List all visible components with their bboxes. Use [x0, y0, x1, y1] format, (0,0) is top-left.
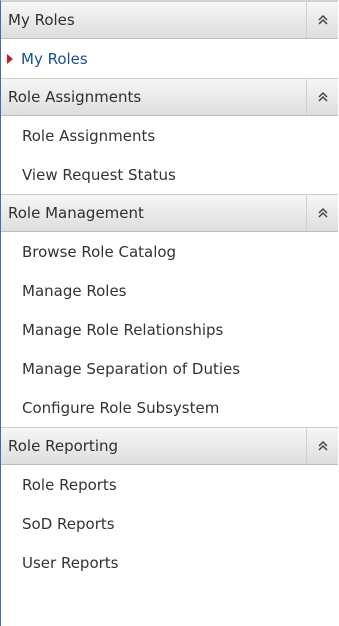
nav-item-configure-role-subsystem[interactable]: Configure Role Subsystem [1, 388, 338, 427]
section-title: Role Reporting [8, 437, 119, 455]
section-header-role-assignments[interactable]: Role Assignments [1, 78, 338, 116]
double-chevron-up-icon[interactable] [306, 428, 338, 464]
nav-item-my-roles[interactable]: My Roles [1, 39, 338, 78]
nav-item-label: My Roles [21, 49, 88, 68]
nav-item-manage-role-relationships[interactable]: Manage Role Relationships [1, 310, 338, 349]
nav-item-manage-roles[interactable]: Manage Roles [1, 271, 338, 310]
double-chevron-up-icon[interactable] [306, 79, 338, 115]
section-my-roles: My Roles My Roles [1, 1, 338, 78]
nav-item-view-request-status[interactable]: View Request Status [1, 155, 338, 194]
nav-item-role-assignments[interactable]: Role Assignments [1, 116, 338, 155]
nav-item-label: Browse Role Catalog [22, 242, 177, 261]
nav-item-user-reports[interactable]: User Reports [1, 543, 338, 582]
nav-item-label: Manage Roles [22, 281, 127, 300]
double-chevron-up-icon[interactable] [306, 2, 338, 38]
nav-item-manage-separation-of-duties[interactable]: Manage Separation of Duties [1, 349, 338, 388]
section-title: Role Management [8, 204, 144, 222]
nav-item-label: Role Reports [22, 475, 117, 494]
section-header-role-reporting[interactable]: Role Reporting [1, 427, 338, 465]
navigation-panel: My Roles My Roles Role Assignments Role … [0, 0, 338, 626]
section-role-management: Role Management Browse Role Catalog Mana… [1, 194, 338, 427]
nav-item-label: Manage Separation of Duties [22, 359, 241, 378]
section-title: Role Assignments [8, 88, 142, 106]
section-header-role-management[interactable]: Role Management [1, 194, 338, 232]
section-role-reporting: Role Reporting Role Reports SoD Reports … [1, 427, 338, 582]
triangle-right-icon [7, 53, 13, 64]
nav-item-label: Configure Role Subsystem [22, 398, 220, 417]
section-title: My Roles [8, 11, 75, 29]
nav-item-label: Manage Role Relationships [22, 320, 224, 339]
nav-item-label: SoD Reports [22, 514, 115, 533]
double-chevron-up-icon[interactable] [306, 195, 338, 231]
nav-item-label: View Request Status [22, 165, 176, 184]
nav-item-label: Role Assignments [22, 126, 156, 145]
nav-item-role-reports[interactable]: Role Reports [1, 465, 338, 504]
section-header-my-roles[interactable]: My Roles [1, 1, 338, 39]
nav-item-label: User Reports [22, 553, 119, 572]
nav-item-browse-role-catalog[interactable]: Browse Role Catalog [1, 232, 338, 271]
section-role-assignments: Role Assignments Role Assignments View R… [1, 78, 338, 194]
nav-item-sod-reports[interactable]: SoD Reports [1, 504, 338, 543]
